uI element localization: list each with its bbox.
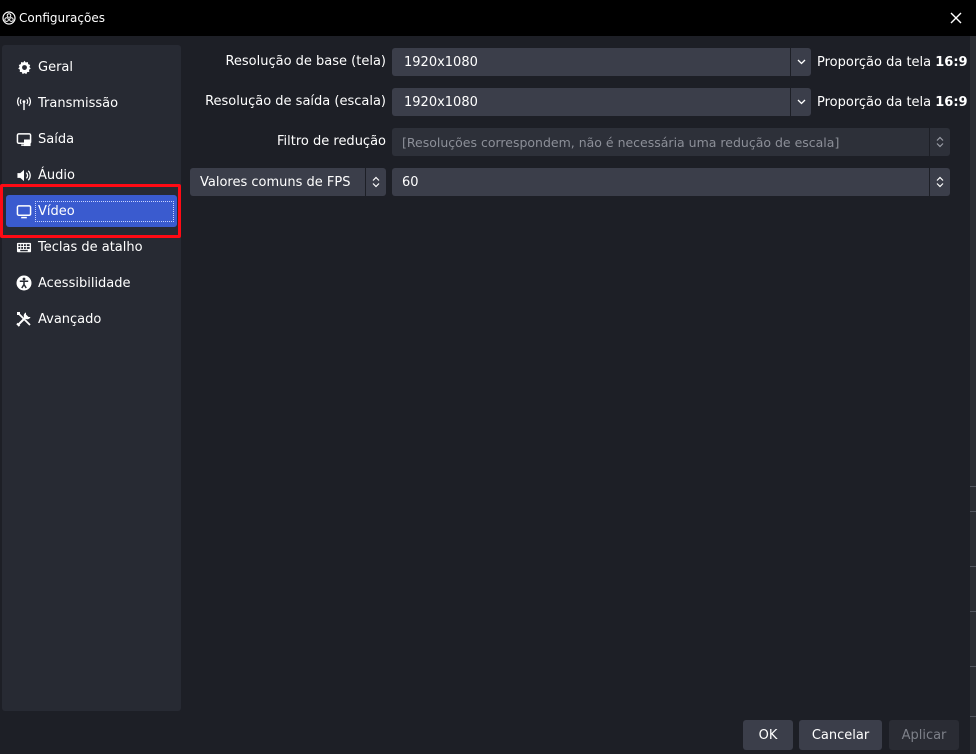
accessibility-icon [16, 275, 32, 291]
sidebar-item-label: Geral [38, 59, 73, 75]
updown-arrow-icon [929, 168, 950, 196]
sidebar-item-label: Avançado [38, 311, 102, 327]
keyboard-icon [16, 239, 32, 255]
close-icon [950, 12, 962, 24]
downscale-filter-select: [Resoluções correspondem, não é necessár… [392, 128, 950, 156]
sidebar-item-geral[interactable]: Geral [6, 51, 177, 83]
sidebar-item-label: Teclas de atalho [38, 239, 143, 255]
apply-button[interactable]: Aplicar [889, 720, 959, 750]
speaker-icon [16, 167, 32, 183]
base-aspect-ratio: Proporção da tela 16:9 [817, 55, 968, 70]
sidebar-item-label: Acessibilidade [38, 275, 131, 291]
sidebar-item-teclas-de-atalho[interactable]: Teclas de atalho [6, 231, 177, 263]
title-bar: Configurações [0, 0, 976, 36]
output-icon [16, 131, 32, 147]
gear-icon [16, 59, 32, 75]
settings-sidebar: Geral Transmissão Saída Áudio Vídeo Tecl… [2, 45, 181, 711]
fps-value-select[interactable]: 60 [392, 168, 950, 196]
updown-arrow-icon [929, 128, 950, 156]
settings-window: Configurações Geral Transmissão Saída Áu… [0, 0, 976, 754]
tools-icon [16, 311, 32, 327]
antenna-icon [16, 95, 32, 111]
fps-value: 60 [402, 174, 419, 190]
window-title: Configurações [19, 11, 105, 25]
window-edge [970, 36, 976, 754]
sidebar-item-label: Transmissão [38, 95, 119, 111]
chevron-down-icon [790, 48, 811, 76]
output-resolution-value: 1920x1080 [404, 94, 478, 110]
output-resolution-label: Resolução de saída (escala) [205, 94, 386, 109]
updown-arrow-icon [365, 168, 386, 196]
monitor-icon [16, 203, 32, 219]
fps-type-select[interactable]: Valores comuns de FPS [190, 168, 386, 196]
base-resolution-value: 1920x1080 [404, 54, 478, 70]
sidebar-item-audio[interactable]: Áudio [6, 159, 177, 191]
downscale-filter-value: [Resoluções correspondem, não é necessár… [402, 134, 840, 150]
base-resolution-select[interactable]: 1920x1080 [392, 48, 811, 76]
obs-logo-icon [2, 11, 16, 25]
chevron-down-icon [790, 88, 811, 116]
sidebar-item-label: Áudio [38, 167, 75, 183]
close-button[interactable] [946, 8, 966, 28]
sidebar-item-label: Saída [38, 131, 75, 147]
sidebar-item-saida[interactable]: Saída [6, 123, 177, 155]
output-aspect-ratio: Proporção da tela 16:9 [817, 95, 968, 110]
sidebar-item-avancado[interactable]: Avançado [6, 303, 177, 335]
sidebar-item-video[interactable]: Vídeo [6, 195, 177, 227]
sidebar-item-label: Vídeo [35, 200, 174, 222]
downscale-filter-label: Filtro de redução [277, 134, 386, 149]
base-resolution-label: Resolução de base (tela) [225, 54, 386, 69]
ok-button[interactable]: OK [743, 720, 793, 750]
fps-type-value: Valores comuns de FPS [200, 174, 351, 190]
output-resolution-select[interactable]: 1920x1080 [392, 88, 811, 116]
sidebar-item-transmissao[interactable]: Transmissão [6, 87, 177, 119]
sidebar-item-acessibilidade[interactable]: Acessibilidade [6, 267, 177, 299]
cancel-button[interactable]: Cancelar [799, 720, 882, 750]
